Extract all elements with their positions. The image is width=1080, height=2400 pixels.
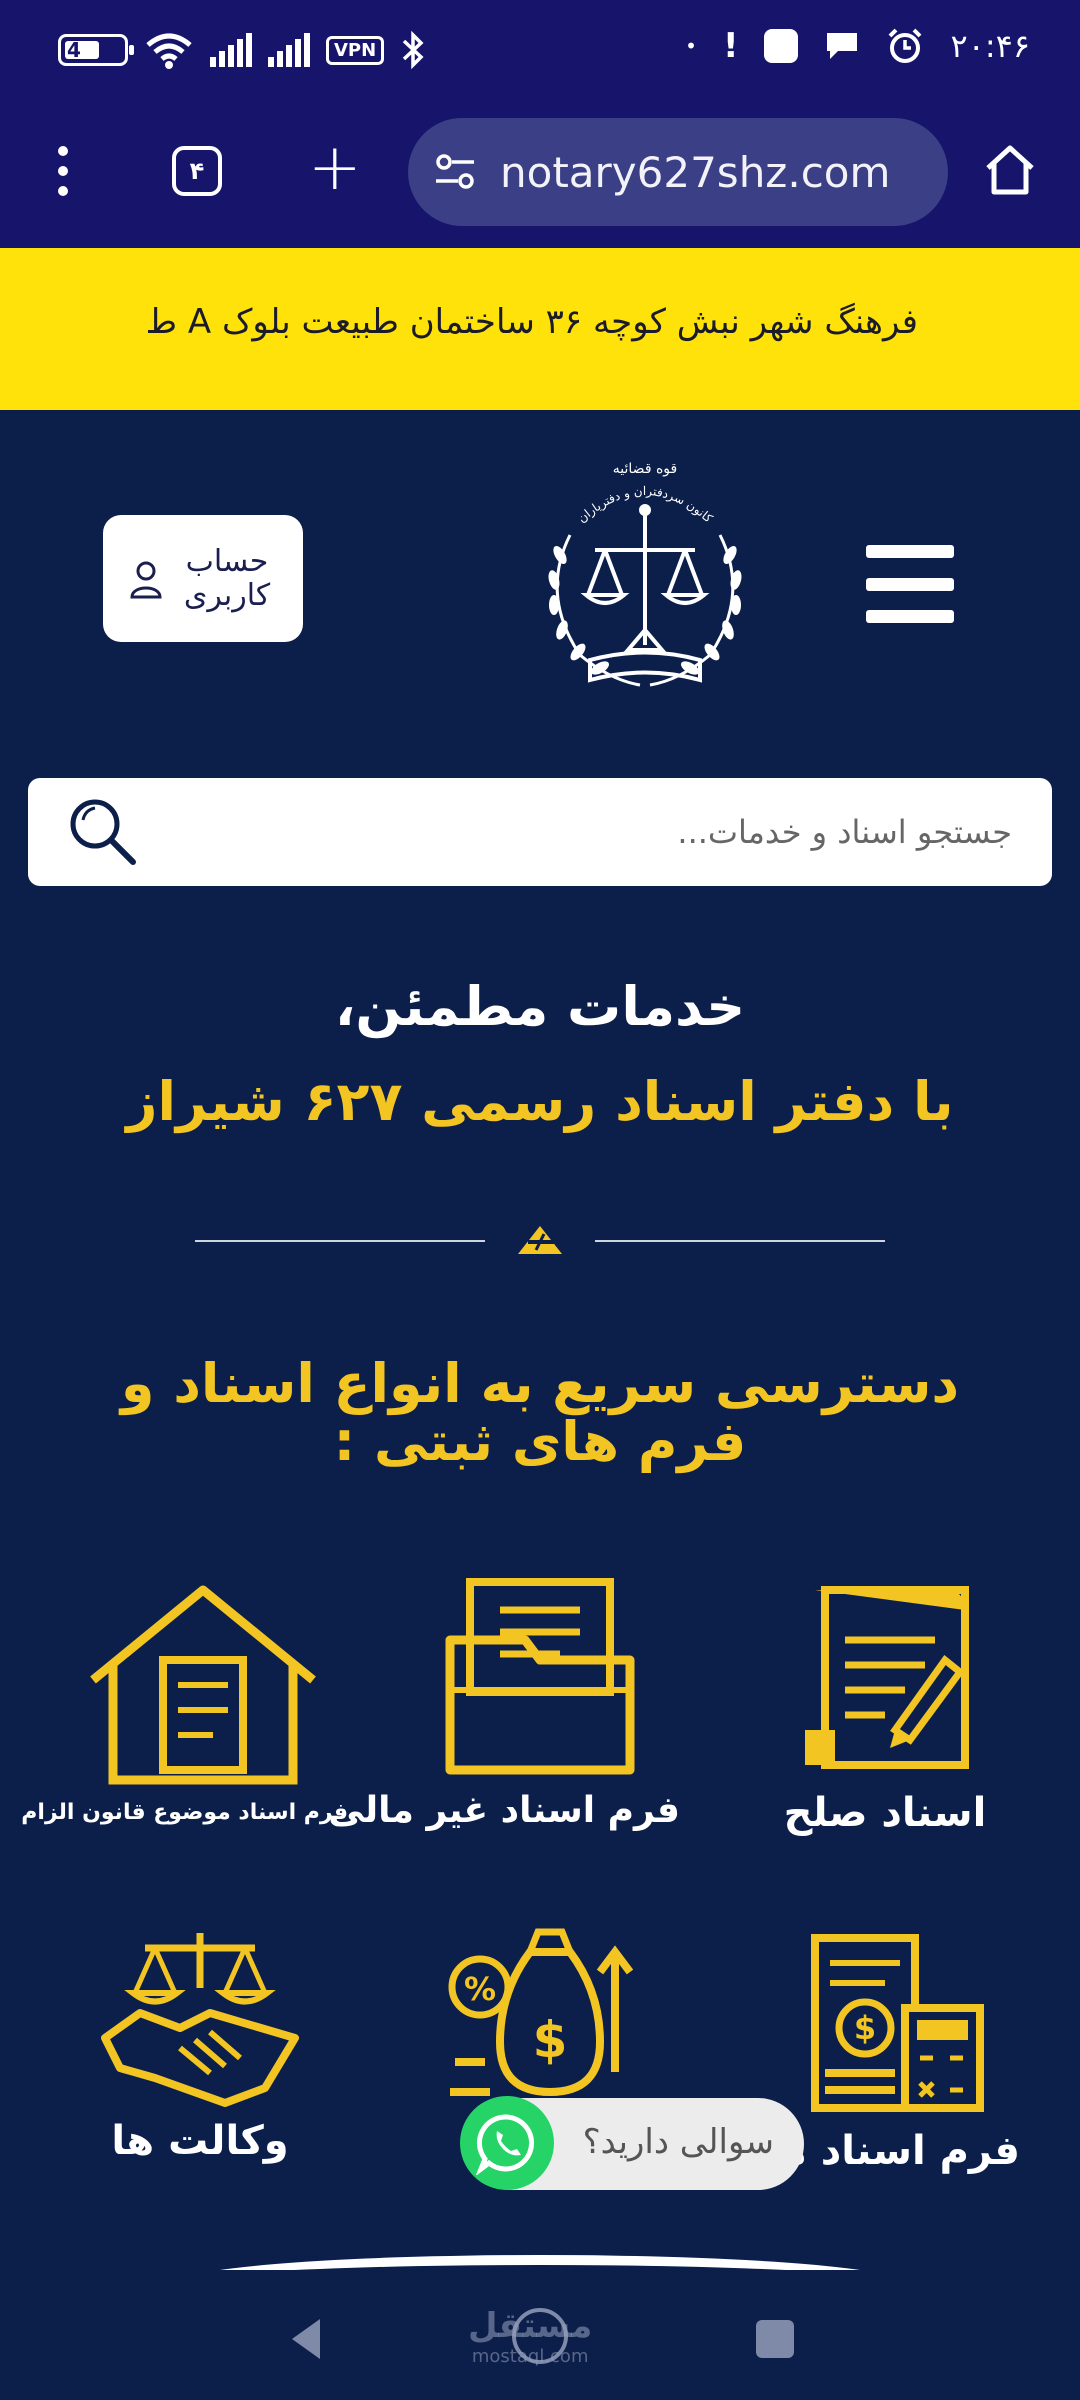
whatsapp-label: سوالی دارید؟: [582, 2122, 774, 2162]
document-sign-icon: [805, 1586, 969, 1769]
bluetooth-icon: [402, 30, 424, 70]
hero-line-1: خدمات مطمئن،: [334, 975, 746, 1038]
battery-level: 4: [67, 38, 81, 62]
browser-toolbar: ۴ + notary627shz.com: [0, 100, 1080, 248]
url-text[interactable]: notary627shz.com: [500, 148, 890, 197]
signal-1-icon: [210, 33, 252, 67]
tab-switcher-button[interactable]: ۴: [172, 146, 222, 196]
address-bar[interactable]: notary627shz.com: [408, 118, 948, 226]
alarm-icon: [889, 28, 922, 63]
alert-icon: !: [722, 26, 739, 66]
dot-icon: •: [685, 34, 697, 58]
house-document-icon: [90, 1585, 316, 1785]
signal-2-icon: [268, 33, 310, 67]
section-divider: [195, 1220, 885, 1260]
clock: ۲۰:۴۶: [950, 27, 1030, 65]
address-banner: فرهنگ شهر نبش کوچه ۳۶ ساختمان طبیعت بلوک…: [0, 248, 1080, 410]
whatsapp-icon[interactable]: [460, 2096, 554, 2190]
chat-icon: [827, 33, 858, 59]
address-marquee: فرهنگ شهر نبش کوچه ۳۶ ساختمان طبیعت بلوک…: [145, 302, 918, 342]
service-label: اسناد صلح: [783, 1790, 987, 1836]
search-box: [28, 778, 1052, 886]
scales-handshake-icon: [101, 1933, 299, 2107]
service-power-of-attorney[interactable]: وکالت ها: [80, 1918, 320, 2164]
vpn-badge: VPN: [326, 35, 385, 65]
account-label: حساب کاربری: [183, 543, 271, 613]
app-notification-icon: [764, 29, 799, 63]
home-icon[interactable]: [982, 142, 1038, 198]
hero-line-2: با دفتر اسناد رسمی ۶۲۷ شیراز: [126, 1070, 954, 1133]
section-title: دسترسی سریع به انواع اسناد و فرم های ثبت…: [120, 1352, 960, 1473]
divider-emblem-icon: [518, 1226, 562, 1254]
new-tab-button[interactable]: +: [308, 136, 362, 200]
service-money[interactable]: $ %: [420, 1912, 660, 2122]
search-button[interactable]: [28, 778, 178, 886]
search-icon: [70, 799, 136, 865]
service-ilzam-law[interactable]: فرم اسناد موضوع قانون الزام: [21, 1580, 348, 1825]
service-label: فرم اسناد غیر مالی: [328, 1790, 680, 1831]
site-settings-icon[interactable]: [434, 152, 476, 192]
status-left: 4 VPN: [58, 30, 426, 70]
search-input[interactable]: [192, 800, 1012, 864]
watermark: مستقل mostaql.com: [468, 2306, 593, 2367]
menu-button[interactable]: [866, 545, 954, 623]
svg-text:$: $: [854, 2009, 876, 2047]
service-label: فرم اسناد موضوع قانون الزام: [21, 1800, 348, 1825]
whatsapp-chat-button[interactable]: سوالی دارید؟: [460, 2096, 804, 2190]
svg-text:%: %: [464, 1970, 496, 2008]
status-bar: 4 VPN • ! ۲۰:۴۶: [0, 0, 1080, 100]
more-options-icon[interactable]: [58, 146, 72, 196]
logo-text-top: قوه قضائیه: [613, 461, 677, 477]
user-icon: [130, 561, 162, 598]
system-navbar: مستقل mostaql.com: [0, 2270, 1080, 2400]
service-label: وکالت ها: [111, 2118, 289, 2164]
service-financial[interactable]: $ فرم اسناد مالی: [711, 1918, 1020, 2174]
back-icon[interactable]: [286, 2315, 326, 2363]
recents-button[interactable]: [756, 2320, 794, 2358]
wifi-icon: [146, 33, 192, 69]
svg-text:$: $: [533, 2011, 568, 2069]
status-right: • ! ۲۰:۴۶: [685, 26, 1030, 66]
service-sulh[interactable]: اسناد صلح: [760, 1580, 1010, 1836]
money-growth-icon: $ %: [448, 1928, 634, 2097]
battery-icon: 4: [58, 34, 134, 66]
notary-logo[interactable]: قوه قضائیه کانون سردفتران و دفتریاران: [520, 455, 770, 705]
folder-documents-icon: [445, 1578, 635, 1775]
account-button[interactable]: حساب کاربری: [103, 515, 303, 642]
service-non-financial[interactable]: فرم اسناد غیر مالی: [328, 1570, 680, 1831]
service-label: فرم اسناد مالی: [711, 2128, 1020, 2174]
invoice-calculator-icon: $: [811, 1934, 984, 2112]
